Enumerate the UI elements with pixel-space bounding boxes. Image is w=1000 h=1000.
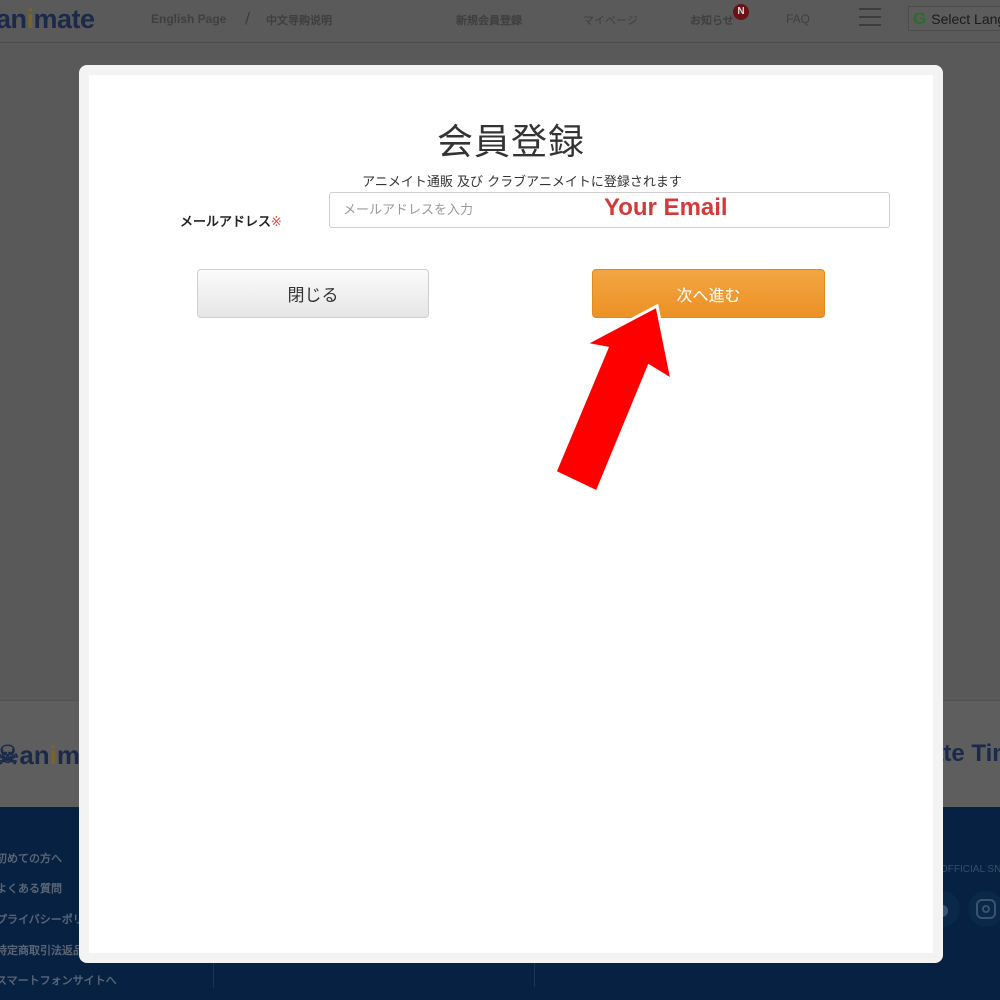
footer-divider: [213, 963, 214, 988]
logo-mascot-icon: ☠: [0, 740, 20, 770]
site-header: animate English Page / 中文导购说明 新規会員登録 マイペ…: [0, 0, 1000, 43]
nav-news[interactable]: お知らせ: [690, 12, 734, 28]
email-label: メールアドレス※: [180, 215, 282, 230]
footer-link-first-time[interactable]: 初めての方へ: [0, 850, 62, 866]
language-select-label: Select Language: [931, 10, 1000, 27]
modal-subtitle: アニメイト通販 及び クラブアニメイトに登録されます: [362, 175, 682, 190]
next-button[interactable]: 次へ進む: [592, 269, 825, 318]
modal-body: 会員登録 アニメイト通販 及び クラブアニメイトに登録されます メールアドレス※…: [89, 75, 933, 953]
registration-modal: 会員登録 アニメイト通販 及び クラブアニメイトに登録されます メールアドレス※…: [79, 65, 943, 963]
sns-label: OFFICIAL SNS: [940, 864, 1000, 875]
instagram-icon[interactable]: [968, 891, 1000, 927]
footer-link-faq[interactable]: よくある質問: [0, 880, 62, 896]
language-select[interactable]: G Select Language: [908, 6, 1000, 31]
nav-english-page[interactable]: English Page: [151, 12, 226, 26]
footer-link-smartphone[interactable]: スマートフォンサイトへ: [0, 972, 117, 988]
footer-link-commerce-law[interactable]: 特定商取引法返品: [0, 942, 84, 958]
footer-logo[interactable]: ☠anim: [0, 740, 80, 771]
nav-chinese-guide[interactable]: 中文导购说明: [266, 12, 332, 28]
close-button[interactable]: 閉じる: [197, 269, 429, 318]
notification-badge: N: [733, 4, 749, 20]
nav-new-registration[interactable]: 新規会員登録: [456, 12, 522, 28]
nav-separator: /: [245, 9, 251, 27]
site-logo[interactable]: animate: [0, 4, 95, 35]
google-g-icon: G: [913, 8, 927, 28]
email-input[interactable]: [329, 192, 890, 228]
nav-mypage[interactable]: マイページ: [583, 12, 638, 28]
footer-divider: [534, 960, 535, 987]
modal-title: 会員登録: [436, 122, 585, 163]
menu-icon[interactable]: [859, 8, 881, 26]
required-mark: ※: [271, 215, 282, 230]
nav-faq[interactable]: FAQ: [786, 12, 810, 26]
